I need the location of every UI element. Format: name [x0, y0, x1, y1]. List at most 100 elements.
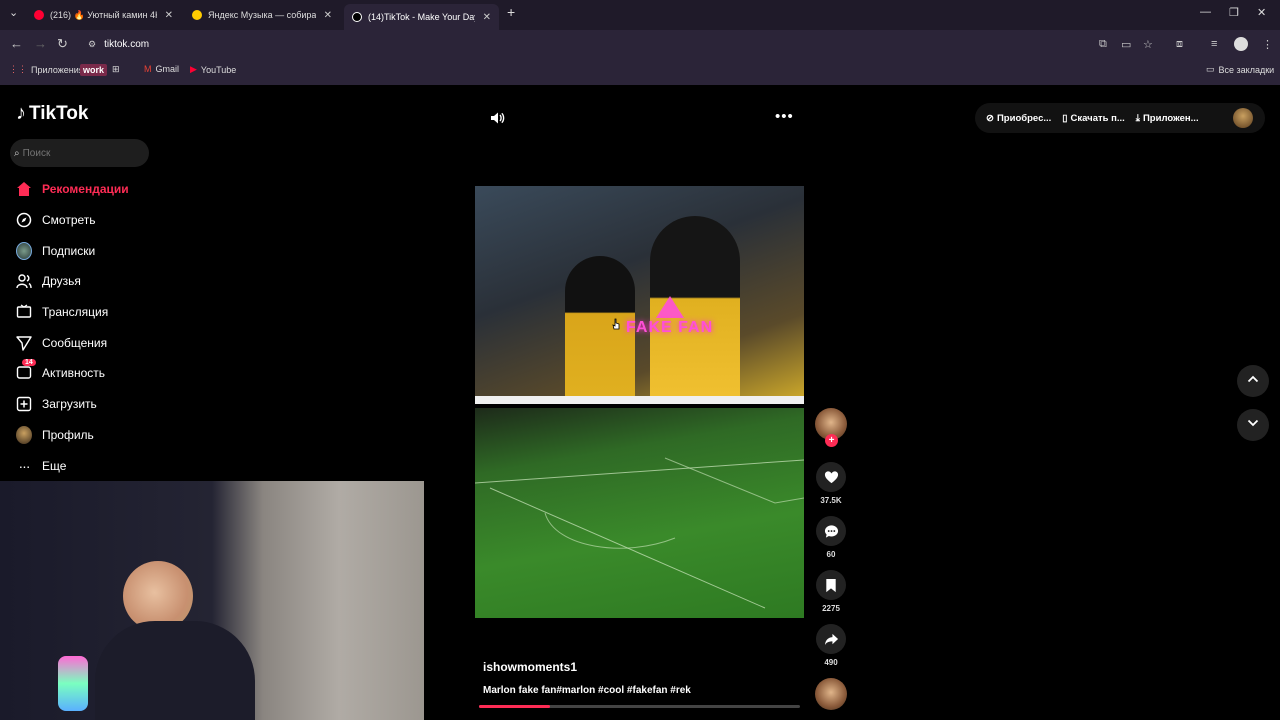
new-tab-icon[interactable]: +	[507, 4, 515, 20]
follow-plus-icon[interactable]: +	[825, 434, 838, 447]
tab-search-icon[interactable]: ⌄	[9, 6, 18, 19]
nav-item-following[interactable]: Подписки	[16, 240, 95, 262]
user-avatar[interactable]	[1233, 108, 1253, 128]
logo-text: TikTok	[29, 102, 89, 124]
video-divider	[475, 396, 804, 404]
desktop-app-button[interactable]: ⤓ Приложен...	[1136, 113, 1199, 124]
nav-label: Друзья	[42, 274, 81, 288]
bookmark-youtube[interactable]: ▶ YouTube	[190, 64, 236, 75]
extensions-icon[interactable]: ⧈	[1176, 38, 1183, 51]
comment-icon[interactable]	[816, 516, 846, 546]
minimize-icon[interactable]: —	[1200, 6, 1211, 18]
media-control-icon[interactable]: ≡	[1211, 38, 1217, 50]
video-caption: Marlon fake fan#marlon #cool #fakefan #r…	[483, 685, 691, 696]
tab-yandex-music[interactable]: Яндекс Музыка — собираем м ✕	[184, 4, 340, 26]
comment-action[interactable]: 60	[815, 516, 847, 559]
video-frame-pitch	[475, 408, 804, 618]
nav-item-live[interactable]: Трансляция	[16, 301, 108, 323]
bookmark-all[interactable]: ▭ Все закладки	[1206, 64, 1274, 75]
tiktok-favicon-icon	[352, 12, 362, 22]
close-tab-icon[interactable]: ✕	[324, 10, 332, 21]
chevron-up-icon	[1246, 372, 1260, 391]
mouse-cursor-icon	[611, 318, 621, 337]
tab-tiktok[interactable]: (14)TikTok - Make Your Day ✕	[344, 4, 499, 30]
share-count: 490	[824, 658, 838, 667]
tiktok-logo[interactable]: ♪ TikTok	[16, 102, 88, 125]
buy-coins-button[interactable]: ⊘ Приобрес...	[986, 113, 1051, 124]
share-icon[interactable]	[816, 624, 846, 654]
back-icon[interactable]: ←	[10, 36, 23, 51]
nav-item-explore[interactable]: Смотреть	[16, 209, 96, 231]
activity-badge: 14	[22, 359, 36, 366]
search-box[interactable]: ⌕	[10, 139, 149, 167]
url-bar[interactable]: ⚙ tiktok.com	[80, 33, 1080, 55]
grid-icon: ⊞	[112, 64, 120, 74]
nav-item-recommendations[interactable]: Рекомендации	[16, 178, 129, 200]
action-column: + 37.5K 60 2275 490	[815, 408, 847, 667]
tab-youtube[interactable]: (216) 🔥 Уютный камин 4K (1: ✕	[26, 4, 181, 26]
next-video-button[interactable]	[1237, 409, 1269, 441]
nav-item-more[interactable]: ··· Еще	[16, 455, 67, 477]
download-icon: ⤓	[1135, 112, 1140, 124]
friends-icon	[16, 273, 32, 289]
apps-grid-icon: ⋮⋮	[9, 64, 27, 74]
top-actions: ⊘ Приобрес... ▯ Скачать п... ⤓ Приложен.…	[975, 103, 1265, 133]
save-count: 2275	[822, 604, 840, 613]
bookmark-label: work	[80, 64, 108, 76]
following-avatar-icon	[16, 242, 32, 260]
heart-icon[interactable]	[816, 462, 846, 492]
maximize-icon[interactable]: ❐	[1229, 6, 1239, 19]
next-video-avatar[interactable]	[815, 678, 847, 710]
video-author[interactable]: ishowmoments1	[483, 660, 577, 674]
download-app-button[interactable]: ▯ Скачать п...	[1062, 113, 1124, 124]
browser-chrome: ⌄ (216) 🔥 Уютный камин 4K (1: ✕ Яндекс М…	[0, 0, 1280, 85]
nav-label: Сообщения	[42, 336, 108, 350]
like-action[interactable]: 37.5K	[815, 462, 847, 505]
share-action[interactable]: 490	[815, 624, 847, 667]
close-tab-icon[interactable]: ✕	[483, 12, 491, 23]
bookmarks-bar: ⋮⋮ Приложения work ⊞ M Gmail ▶ YouTube ▭…	[0, 60, 1280, 80]
video-frame-stadium: FAKE FAN	[475, 186, 804, 396]
bookmark-gmail[interactable]: M Gmail	[144, 64, 179, 74]
nav-label: Смотреть	[42, 213, 96, 227]
nav-item-activity[interactable]: 14 Активность	[16, 359, 105, 384]
profile-avatar-icon[interactable]	[1234, 37, 1248, 51]
reload-icon[interactable]: ↻	[57, 36, 68, 52]
save-action[interactable]: 2275	[815, 570, 847, 613]
video-player[interactable]: FAKE FAN	[475, 186, 804, 618]
translate-icon[interactable]: ⧉	[1099, 38, 1107, 51]
bookmark-work[interactable]: work	[80, 64, 108, 76]
nav-item-profile[interactable]: Профиль	[16, 424, 94, 446]
search-input[interactable]	[22, 147, 123, 159]
chevron-down-icon	[1246, 416, 1260, 435]
menu-icon[interactable]: ⋮	[1262, 38, 1273, 51]
nav-label: Профиль	[42, 428, 94, 442]
video-progress-bar[interactable]	[479, 705, 800, 708]
nav-item-messages[interactable]: Сообщения	[16, 332, 107, 354]
address-row: ← → ↻ ⚙ tiktok.com ⧉ ▭ ☆ ⧈ ≡ ⋮	[0, 30, 1280, 58]
bookmark-grid[interactable]: ⊞	[112, 64, 120, 75]
close-window-icon[interactable]: ✕	[1257, 6, 1266, 19]
upload-icon	[16, 396, 32, 412]
close-tab-icon[interactable]: ✕	[165, 10, 173, 21]
forward-icon[interactable]: →	[34, 36, 47, 51]
nav-label: Загрузить	[42, 397, 97, 411]
site-info-icon[interactable]: ⚙	[88, 39, 96, 50]
bookmark-label: Приложения	[31, 64, 84, 75]
video-more-icon[interactable]: •••	[775, 108, 794, 125]
volume-icon[interactable]	[489, 110, 505, 131]
bookmark-icon[interactable]	[816, 570, 846, 600]
bookmark-apps[interactable]: ⋮⋮ Приложения	[9, 64, 84, 75]
messages-icon	[16, 335, 32, 351]
nav-label: Подписки	[42, 244, 96, 258]
nav-item-friends[interactable]: Друзья	[16, 270, 81, 292]
previous-video-button[interactable]	[1237, 365, 1269, 397]
cast-icon[interactable]: ▭	[1121, 38, 1131, 51]
nav-item-upload[interactable]: Загрузить	[16, 393, 97, 415]
button-label: Приобрес...	[996, 112, 1052, 124]
coin-icon: ⊘	[986, 112, 994, 124]
tab-title: Яндекс Музыка — собираем м	[208, 10, 316, 20]
bookmark-star-icon[interactable]: ☆	[1143, 38, 1153, 51]
creator-avatar[interactable]: +	[815, 408, 847, 447]
compass-icon	[16, 212, 32, 228]
